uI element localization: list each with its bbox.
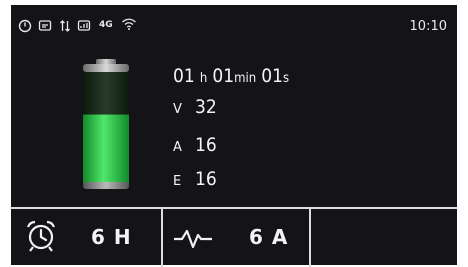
timer-value: 6 H bbox=[91, 225, 132, 249]
current-setting-cell[interactable]: 6 A bbox=[163, 209, 309, 267]
wifi-icon bbox=[121, 17, 137, 34]
current-label: A bbox=[173, 140, 182, 155]
energy-label: E bbox=[173, 174, 182, 189]
message-box-icon bbox=[38, 19, 52, 36]
waveform-icon bbox=[173, 223, 213, 255]
hours-value: 01 bbox=[173, 65, 195, 87]
voltage-readout: V 32 bbox=[173, 96, 217, 118]
battery-fill-level bbox=[83, 114, 129, 184]
status-bar: 4G 10:10 bbox=[11, 5, 457, 47]
signal-box-icon bbox=[77, 19, 91, 36]
minutes-value: 01 bbox=[212, 65, 235, 87]
voltage-label: V bbox=[173, 102, 182, 117]
network-4g-icon: 4G bbox=[99, 20, 113, 30]
voltage-value: 32 bbox=[195, 96, 217, 118]
timer-setting-cell[interactable]: 6 H bbox=[11, 209, 161, 267]
current-setting-value: 6 A bbox=[249, 225, 289, 249]
minutes-unit: min bbox=[234, 71, 257, 86]
power-circle-icon bbox=[18, 19, 32, 36]
hours-unit: h bbox=[199, 71, 208, 86]
data-transfer-icon bbox=[59, 19, 71, 36]
empty-setting-cell bbox=[311, 209, 457, 267]
seconds-unit: s bbox=[283, 71, 290, 86]
device-screen: 4G 10:10 01 h 01min 01s V 32 A 16 E 16 6… bbox=[11, 5, 457, 267]
energy-readout: E 16 bbox=[173, 168, 217, 190]
clock-time: 10:10 bbox=[409, 19, 447, 34]
duration-readout: 01 h 01min 01s bbox=[173, 65, 289, 87]
battery-gauge bbox=[77, 59, 135, 191]
energy-value: 16 bbox=[195, 168, 217, 190]
seconds-value: 01 bbox=[261, 65, 284, 87]
current-value: 16 bbox=[195, 134, 217, 156]
current-readout: A 16 bbox=[173, 134, 217, 156]
battery-top-cap bbox=[83, 64, 129, 72]
battery-base bbox=[83, 182, 129, 189]
bottom-settings-bar: 6 H 6 A bbox=[11, 207, 457, 267]
alarm-clock-icon bbox=[25, 219, 57, 257]
